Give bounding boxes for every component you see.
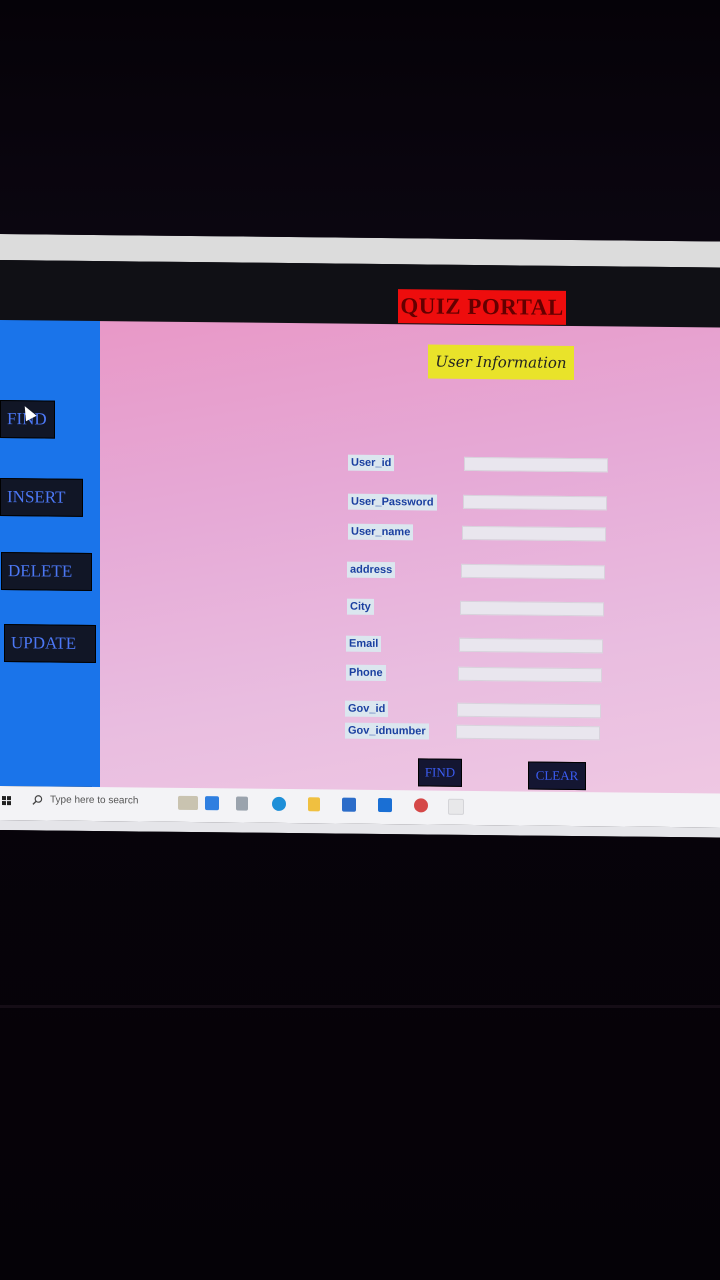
search-icon [32,795,43,805]
phone-input[interactable] [458,666,602,683]
user-id-label: User_id [348,454,395,472]
gov-id-label: Gov_id [345,700,389,718]
monitor-screen: QUIZ PORTAL FIND INSERT DELETE UPDATE Us… [0,234,720,838]
title-bar [0,260,720,328]
find-button[interactable]: FIND [418,758,462,787]
taskbar-search-input[interactable]: Type here to search [50,793,138,810]
clear-button[interactable]: CLEAR [528,761,586,791]
edge-icon[interactable] [272,796,286,811]
mail-icon[interactable] [378,797,392,813]
city-input[interactable] [460,600,604,617]
cortana-icon[interactable] [178,795,198,811]
address-label: address [347,561,396,579]
address-input[interactable] [461,563,605,580]
gov-id-input[interactable] [457,702,601,719]
sidebar-delete-button[interactable]: DELETE [1,552,92,591]
gov-idnumber-label: Gov_idnumber [345,722,429,740]
task-view-icon[interactable] [236,796,248,811]
city-label: City [347,598,374,615]
email-label: Email [346,635,382,652]
sidebar: FIND INSERT DELETE UPDATE [0,320,100,788]
user-password-label: User_Password [348,493,437,511]
sidebar-update-button[interactable]: UPDATE [4,624,96,664]
section-title: User Information [428,344,574,381]
running-app-icon[interactable] [448,798,464,815]
user-id-input[interactable] [464,456,608,473]
user-name-input[interactable] [462,525,606,542]
user-password-input[interactable] [463,494,607,511]
page-title: QUIZ PORTAL [398,289,566,325]
file-explorer-icon[interactable] [308,797,320,812]
desk-edge [0,1005,720,1008]
gov-idnumber-input[interactable] [456,724,600,741]
user-name-label: User_name [348,523,414,541]
store-icon[interactable] [342,797,356,812]
windows-start-icon[interactable] [2,796,12,806]
phone-label: Phone [346,664,386,682]
chrome-icon[interactable] [414,798,428,813]
app-icon[interactable] [205,796,219,811]
sidebar-insert-button[interactable]: INSERT [0,478,83,517]
email-input[interactable] [459,637,603,654]
